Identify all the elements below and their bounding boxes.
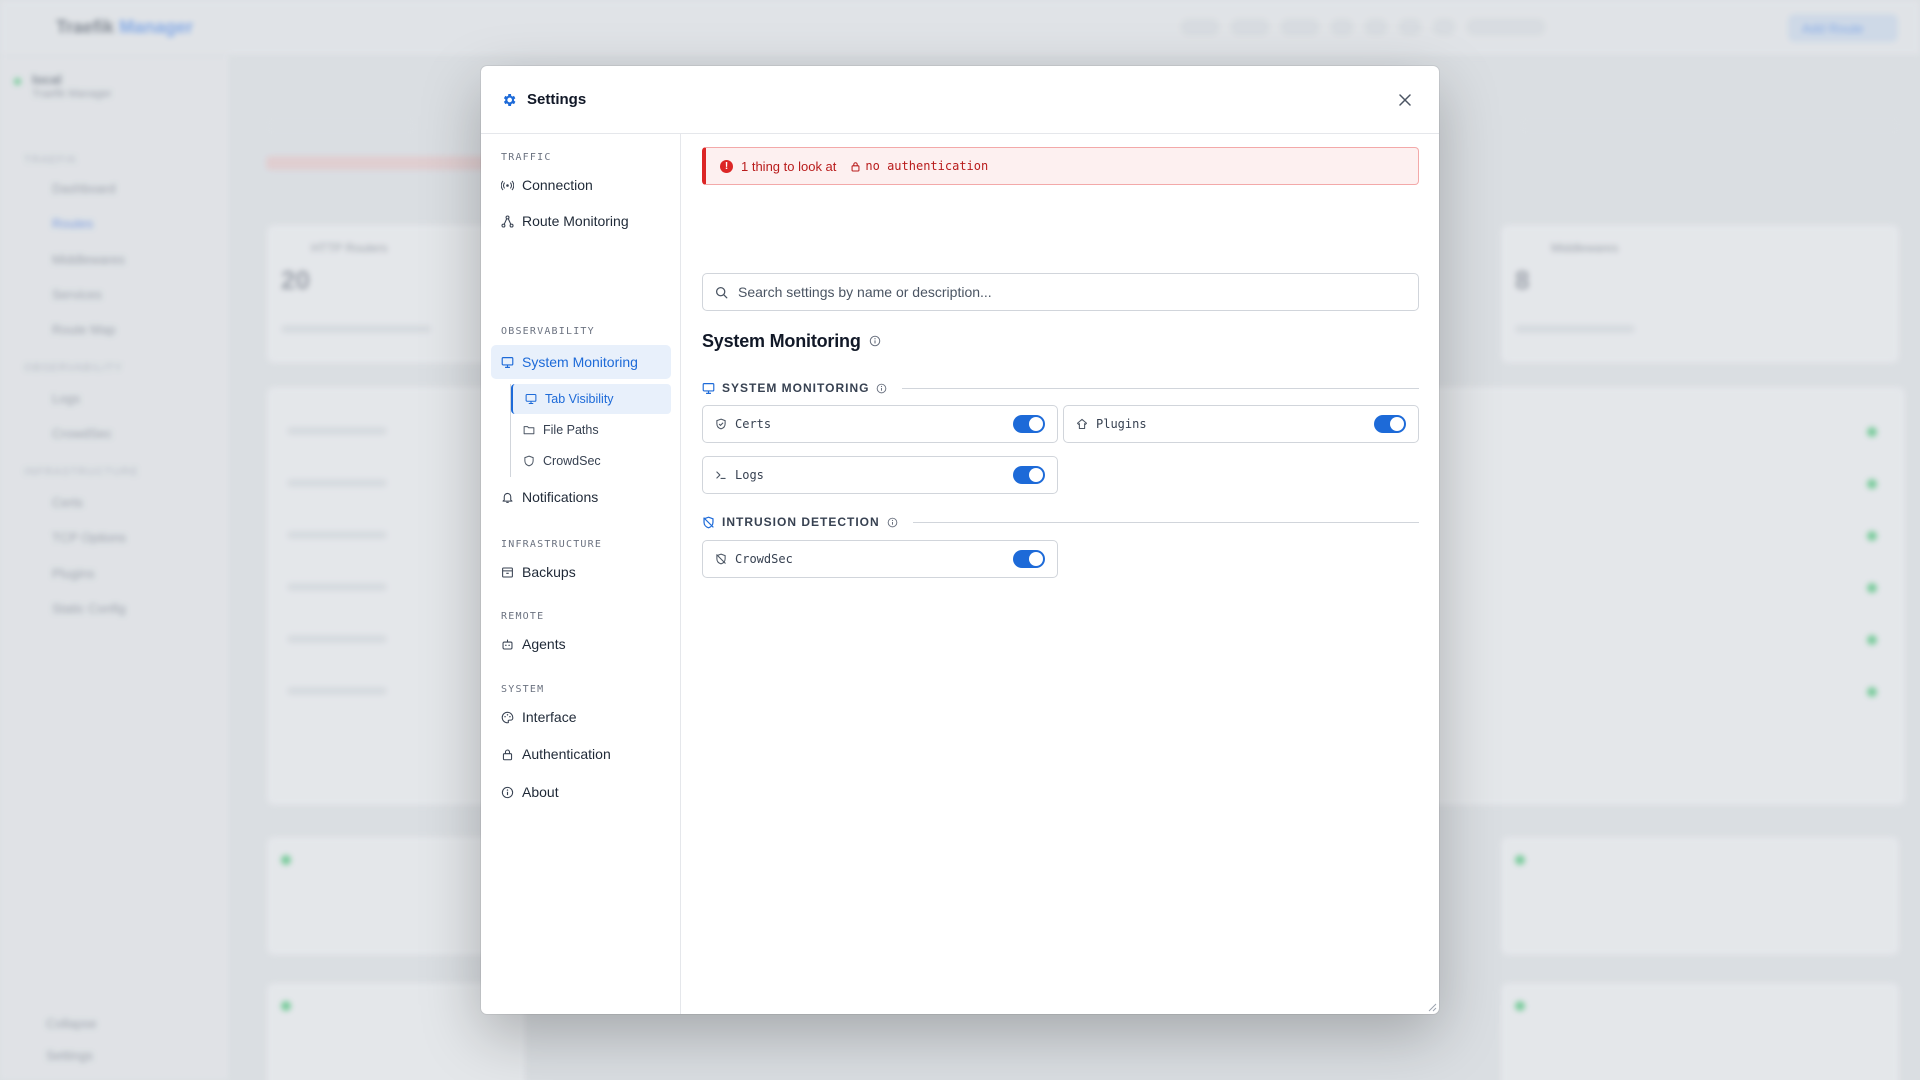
close-icon bbox=[1399, 94, 1411, 106]
nav-item-system-monitoring[interactable]: System Monitoring bbox=[491, 345, 671, 379]
nav-item-agents[interactable]: Agents bbox=[491, 627, 671, 661]
subnav-item-crowdsec[interactable]: CrowdSec bbox=[511, 446, 671, 476]
nav-item-label: Connection bbox=[522, 177, 593, 193]
logs-toggle[interactable] bbox=[1013, 466, 1045, 484]
subnav-item-label: Tab Visibility bbox=[545, 392, 614, 406]
terminal-icon bbox=[716, 471, 726, 479]
info-icon bbox=[501, 786, 514, 798]
info-icon[interactable] bbox=[869, 335, 881, 347]
modal-header: Settings bbox=[481, 66, 1439, 134]
connection-icon bbox=[501, 180, 514, 190]
subnav-item-label: File Paths bbox=[543, 423, 599, 437]
nav-item-label: Authentication bbox=[522, 746, 611, 762]
subnav-item-tab-visibility[interactable]: Tab Visibility bbox=[511, 384, 671, 414]
toggle-card-logs: Logs bbox=[702, 456, 1058, 494]
toggle-card-plugins: Plugins bbox=[1063, 405, 1419, 443]
monitor-icon bbox=[525, 393, 537, 405]
info-icon[interactable] bbox=[876, 383, 887, 394]
nav-item-label: Backups bbox=[522, 564, 576, 580]
nav-item-about[interactable]: About bbox=[491, 775, 671, 809]
alert-tag-link[interactable]: no authentication bbox=[850, 159, 988, 173]
alert-icon: ! bbox=[720, 159, 733, 173]
toggle-card-crowdsec: CrowdSec bbox=[702, 540, 1058, 578]
agent-icon bbox=[502, 639, 513, 649]
page-title-text: System Monitoring bbox=[702, 330, 861, 351]
search-icon bbox=[715, 286, 728, 298]
resize-grip-icon[interactable] bbox=[1427, 1002, 1437, 1012]
settings-content: ! 1 thing to look at no authentication S… bbox=[682, 134, 1439, 1014]
route-icon bbox=[501, 214, 514, 228]
alert-tag-label: no authentication bbox=[865, 159, 989, 173]
toggle-card-certs: Certs bbox=[702, 405, 1058, 443]
subnav-item-file-paths[interactable]: File Paths bbox=[511, 415, 671, 445]
shield-off-icon bbox=[716, 553, 726, 565]
search-input[interactable] bbox=[738, 284, 1398, 300]
monitor-icon bbox=[702, 382, 715, 394]
settings-modal: Settings TRAFFIC Connection Route Monito… bbox=[481, 66, 1439, 1014]
nav-heading-infrastructure: INFRASTRUCTURE bbox=[501, 539, 603, 550]
toggle-label: Plugins bbox=[1096, 417, 1147, 431]
nav-item-label: Interface bbox=[522, 709, 577, 725]
crowdsec-toggle[interactable] bbox=[1013, 550, 1045, 568]
nav-heading-remote: REMOTE bbox=[501, 611, 545, 622]
nav-item-label: System Monitoring bbox=[522, 354, 638, 370]
nav-item-label: Notifications bbox=[522, 489, 599, 505]
info-icon[interactable] bbox=[887, 517, 898, 528]
nav-item-authentication[interactable]: Authentication bbox=[491, 737, 671, 771]
subnav-item-label: CrowdSec bbox=[543, 454, 601, 468]
section-header-system-monitoring: SYSTEM MONITORING bbox=[702, 380, 1419, 396]
nav-item-notifications[interactable]: Notifications bbox=[491, 480, 671, 514]
settings-search[interactable] bbox=[702, 273, 1419, 311]
section-divider bbox=[912, 521, 1419, 523]
bell-icon bbox=[502, 492, 513, 503]
archive-icon bbox=[502, 567, 513, 577]
shield-check-icon bbox=[716, 418, 726, 430]
nav-item-label: About bbox=[522, 784, 559, 800]
certs-toggle[interactable] bbox=[1013, 415, 1045, 433]
alert-banner: ! 1 thing to look at no authentication bbox=[702, 147, 1419, 185]
nav-heading-system: SYSTEM bbox=[501, 684, 545, 695]
nav-item-interface[interactable]: Interface bbox=[491, 700, 671, 734]
gear-icon bbox=[503, 94, 516, 106]
nav-heading-observability: OBSERVABILITY bbox=[501, 326, 595, 337]
section-title: INTRUSION DETECTION bbox=[722, 515, 880, 529]
monitor-icon bbox=[501, 356, 514, 368]
nav-item-route-monitoring[interactable]: Route Monitoring bbox=[491, 204, 671, 238]
plugins-toggle[interactable] bbox=[1374, 415, 1406, 433]
alert-text: 1 thing to look at bbox=[741, 158, 837, 174]
nav-item-label: Agents bbox=[522, 636, 566, 652]
shield-off-icon bbox=[703, 516, 714, 528]
nav-item-label: Route Monitoring bbox=[522, 213, 629, 229]
section-divider bbox=[902, 387, 1419, 389]
toggle-label: CrowdSec bbox=[735, 552, 793, 566]
toggle-label: Logs bbox=[735, 468, 764, 482]
close-button[interactable] bbox=[1395, 90, 1415, 110]
section-header-intrusion-detection: INTRUSION DETECTION bbox=[702, 514, 1419, 530]
folder-icon bbox=[523, 426, 535, 435]
nav-heading-traffic: TRAFFIC bbox=[501, 152, 552, 163]
plugin-icon bbox=[1076, 418, 1088, 430]
palette-icon bbox=[501, 711, 514, 723]
toggle-label: Certs bbox=[735, 417, 772, 431]
shield-icon bbox=[524, 455, 534, 467]
modal-title: Settings bbox=[527, 91, 587, 108]
section-title: SYSTEM MONITORING bbox=[722, 381, 870, 395]
nav-item-backups[interactable]: Backups bbox=[491, 555, 671, 589]
lock-icon bbox=[502, 749, 513, 760]
lock-icon bbox=[851, 161, 860, 171]
nav-item-connection[interactable]: Connection bbox=[491, 168, 671, 202]
page-title: System Monitoring bbox=[702, 329, 881, 353]
settings-nav: TRAFFIC Connection Route Monitoring OBSE… bbox=[481, 134, 681, 1014]
